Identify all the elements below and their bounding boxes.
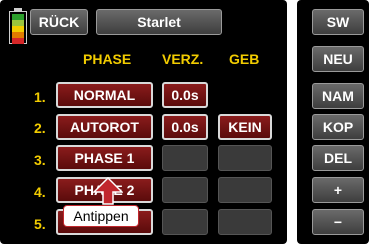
- row-number: 4.: [34, 184, 46, 200]
- delay-button[interactable]: 0.0s: [162, 82, 208, 108]
- side-panel: SW NEU NAM KOP DEL + −: [297, 0, 369, 244]
- phase-settings-screen: RÜCK Starlet PHASE VERZ. GEB 1. NORMAL 0…: [0, 0, 369, 244]
- up-arrow-icon: [93, 177, 123, 205]
- sw-button[interactable]: SW: [312, 9, 364, 35]
- delay-button-empty[interactable]: [162, 209, 208, 235]
- switch-button-empty[interactable]: [218, 177, 272, 203]
- main-panel: RÜCK Starlet PHASE VERZ. GEB 1. NORMAL 0…: [0, 0, 287, 244]
- name-button[interactable]: NAM: [312, 83, 364, 109]
- tap-hint-label: Antippen: [63, 205, 139, 227]
- plus-button[interactable]: +: [312, 177, 364, 203]
- model-name-button[interactable]: Starlet: [96, 9, 222, 35]
- phase-name-button[interactable]: AUTOROT: [56, 114, 153, 140]
- phase-name-button[interactable]: PHASE 1: [56, 145, 153, 171]
- row-number: 3.: [34, 152, 46, 168]
- phase-name-button[interactable]: NORMAL: [56, 82, 153, 108]
- new-button[interactable]: NEU: [312, 46, 364, 72]
- row-number: 1.: [34, 89, 46, 105]
- battery-cell: [12, 38, 24, 44]
- switch-button-empty[interactable]: [218, 145, 272, 171]
- switch-button-empty[interactable]: [218, 209, 272, 235]
- copy-button[interactable]: KOP: [312, 114, 364, 140]
- column-header-delay: VERZ.: [162, 51, 204, 67]
- delay-button-empty[interactable]: [162, 145, 208, 171]
- minus-button[interactable]: −: [312, 209, 364, 235]
- delay-button-empty[interactable]: [162, 177, 208, 203]
- row-number: 2.: [34, 120, 46, 136]
- battery-icon: [9, 8, 27, 44]
- column-header-switch: GEB: [229, 51, 260, 67]
- delay-button[interactable]: 0.0s: [162, 114, 208, 140]
- delete-button[interactable]: DEL: [312, 145, 364, 171]
- column-header-phase: PHASE: [83, 51, 132, 67]
- back-button[interactable]: RÜCK: [30, 9, 88, 35]
- switch-button[interactable]: KEIN: [218, 114, 272, 140]
- row-number: 5.: [34, 216, 46, 232]
